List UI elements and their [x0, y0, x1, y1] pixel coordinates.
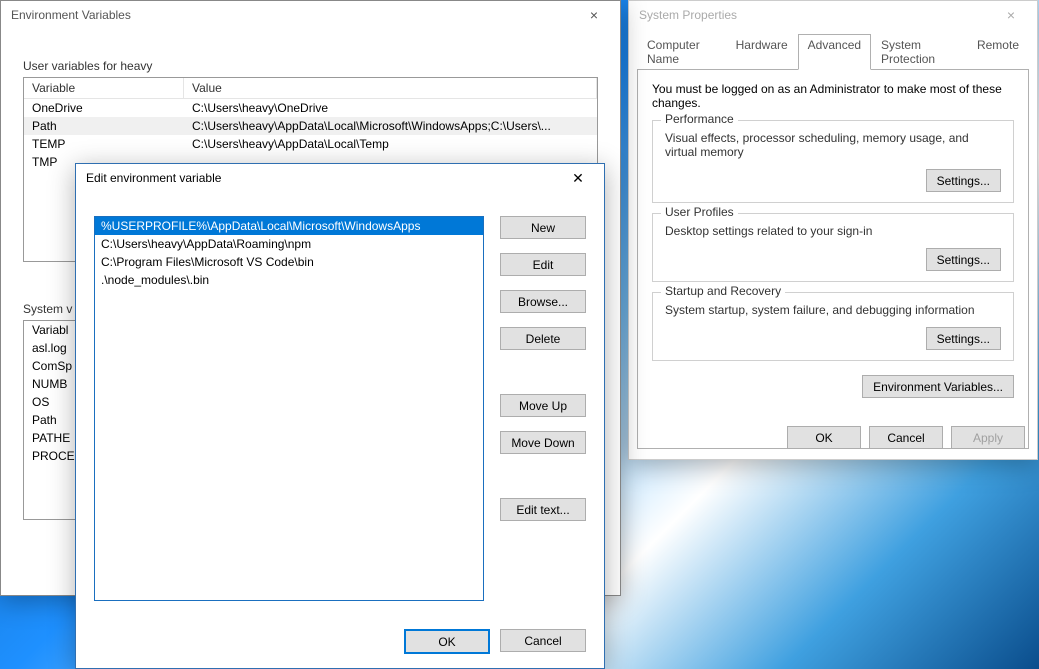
group-text: Visual effects, processor scheduling, me…	[665, 131, 1001, 159]
table-row[interactable]: PathC:\Users\heavy\AppData\Local\Microso…	[24, 117, 597, 135]
tab-body: You must be logged on as an Administrato…	[637, 69, 1029, 449]
path-list[interactable]: %USERPROFILE%\AppData\Local\Microsoft\Wi…	[94, 216, 484, 601]
group-legend: User Profiles	[661, 205, 738, 219]
table-row[interactable]: TEMPC:\Users\heavy\AppData\Local\Temp	[24, 135, 597, 153]
tabstrip: Computer Name Hardware Advanced System P…	[637, 34, 1029, 70]
cancel-button[interactable]: Cancel	[500, 629, 586, 652]
titlebar: Environment Variables ×	[1, 1, 620, 29]
apply-button[interactable]: Apply	[951, 426, 1025, 449]
delete-button[interactable]: Delete	[500, 327, 586, 350]
cancel-button[interactable]: Cancel	[869, 426, 943, 449]
edit-environment-variable-dialog: Edit environment variable ✕ %USERPROFILE…	[75, 163, 605, 669]
startup-settings-button[interactable]: Settings...	[926, 327, 1001, 350]
ok-button[interactable]: OK	[404, 629, 490, 654]
side-buttons: New Edit Browse... Delete Move Up Move D…	[500, 216, 586, 521]
close-icon[interactable]: ×	[574, 7, 614, 23]
group-startup-recovery: Startup and Recovery System startup, sys…	[652, 292, 1014, 361]
list-item[interactable]: C:\Program Files\Microsoft VS Code\bin	[95, 253, 483, 271]
cell-value: C:\Users\heavy\AppData\Local\Microsoft\W…	[184, 117, 597, 135]
environment-variables-button[interactable]: Environment Variables...	[862, 375, 1014, 398]
user-variables-label: User variables for heavy	[23, 59, 598, 73]
list-header: Variable Value	[24, 78, 597, 99]
cell-value: C:\Users\heavy\OneDrive	[184, 99, 597, 117]
dialog-footer: OK Cancel	[404, 629, 586, 654]
group-legend: Startup and Recovery	[661, 284, 785, 298]
edit-button[interactable]: Edit	[500, 253, 586, 276]
col-variable[interactable]: Variable	[24, 78, 184, 98]
move-up-button[interactable]: Move Up	[500, 394, 586, 417]
group-text: Desktop settings related to your sign-in	[665, 224, 1001, 238]
window-title: System Properties	[639, 8, 737, 22]
footer-buttons: OK Cancel Apply	[787, 426, 1025, 449]
system-properties-window: System Properties × Computer Name Hardwa…	[628, 0, 1038, 460]
titlebar: System Properties ×	[629, 1, 1037, 29]
list-item[interactable]: C:\Users\heavy\AppData\Roaming\npm	[95, 235, 483, 253]
user-profiles-settings-button[interactable]: Settings...	[926, 248, 1001, 271]
tab-remote[interactable]: Remote	[967, 34, 1029, 70]
ok-button[interactable]: OK	[787, 426, 861, 449]
close-icon[interactable]: ×	[991, 7, 1031, 23]
close-icon[interactable]: ✕	[558, 170, 598, 187]
group-text: System startup, system failure, and debu…	[665, 303, 1001, 317]
window-title: Environment Variables	[11, 8, 131, 22]
tab-advanced[interactable]: Advanced	[798, 34, 871, 70]
tab-system-protection[interactable]: System Protection	[871, 34, 967, 70]
cell-variable: OneDrive	[24, 99, 184, 117]
cell-value: C:\Users\heavy\AppData\Local\Temp	[184, 135, 597, 153]
titlebar: Edit environment variable ✕	[76, 164, 604, 192]
group-user-profiles: User Profiles Desktop settings related t…	[652, 213, 1014, 282]
move-down-button[interactable]: Move Down	[500, 431, 586, 454]
list-item[interactable]: .\node_modules\.bin	[95, 271, 483, 289]
intro-text: You must be logged on as an Administrato…	[652, 82, 1014, 110]
list-item[interactable]: %USERPROFILE%\AppData\Local\Microsoft\Wi…	[95, 217, 483, 235]
tab-hardware[interactable]: Hardware	[726, 34, 798, 70]
window-title: Edit environment variable	[86, 171, 221, 185]
tab-computer-name[interactable]: Computer Name	[637, 34, 726, 70]
col-value[interactable]: Value	[184, 78, 597, 98]
group-performance: Performance Visual effects, processor sc…	[652, 120, 1014, 203]
edit-text-button[interactable]: Edit text...	[500, 498, 586, 521]
table-row[interactable]: OneDriveC:\Users\heavy\OneDrive	[24, 99, 597, 117]
performance-settings-button[interactable]: Settings...	[926, 169, 1001, 192]
cell-variable: TEMP	[24, 135, 184, 153]
browse-button[interactable]: Browse...	[500, 290, 586, 313]
new-button[interactable]: New	[500, 216, 586, 239]
cell-variable: Path	[24, 117, 184, 135]
group-legend: Performance	[661, 112, 738, 126]
